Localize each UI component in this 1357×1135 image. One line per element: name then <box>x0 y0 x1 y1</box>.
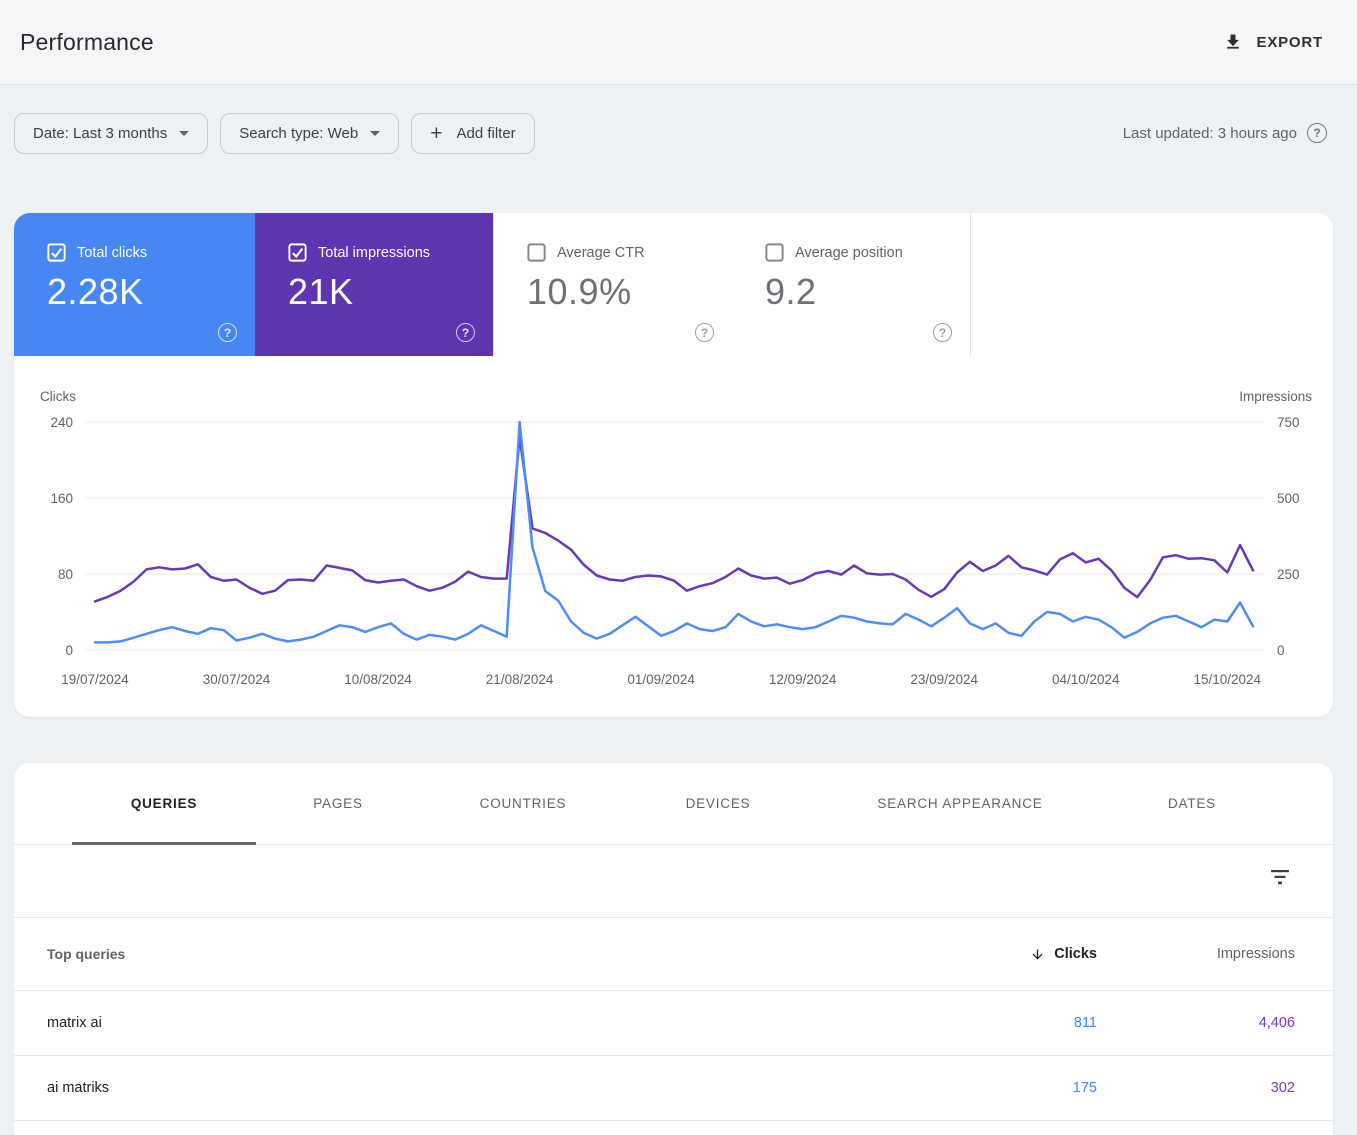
impressions-value: 302 <box>1097 1080 1295 1096</box>
total-impressions-card[interactable]: Total impressions 21K ? <box>255 213 493 356</box>
table-filter-row <box>14 845 1333 918</box>
metric-cards-row: Total clicks 2.28K ? Total impressions 2… <box>14 213 1333 356</box>
tab-devices[interactable]: DEVICES <box>626 763 810 844</box>
plus-icon: + <box>430 123 442 144</box>
filter-chips: Date: Last 3 months Search type: Web + A… <box>14 113 535 154</box>
x-axis-tick: 12/09/2024 <box>769 672 837 687</box>
date-filter-chip[interactable]: Date: Last 3 months <box>14 113 208 154</box>
top-queries-header[interactable]: Top queries <box>14 946 917 962</box>
performance-page: Performance EXPORT Date: Last 3 months S… <box>0 0 1357 1135</box>
metric-value: 21K <box>288 271 493 313</box>
metric-row-filler <box>971 213 1333 356</box>
metric-label: Total clicks <box>77 245 147 261</box>
x-axis-tick: 19/07/2024 <box>61 672 129 687</box>
checkbox-icon[interactable] <box>527 243 546 262</box>
x-axis-tick: 15/10/2024 <box>1193 672 1261 687</box>
average-position-card[interactable]: Average position 9.2 ? <box>732 213 971 356</box>
impressions-value: 4,406 <box>1097 1015 1295 1031</box>
dimension-tabs: QUERIES PAGES COUNTRIES DEVICES SEARCH A… <box>14 763 1333 845</box>
left-axis-tick: 80 <box>58 567 73 582</box>
performance-chart-card: Total clicks 2.28K ? Total impressions 2… <box>14 213 1333 717</box>
x-axis-tick: 04/10/2024 <box>1052 672 1120 687</box>
clicks-value: 811 <box>917 1015 1097 1031</box>
export-label: EXPORT <box>1257 34 1323 51</box>
tab-search-appearance[interactable]: SEARCH APPEARANCE <box>810 763 1110 844</box>
right-axis-tick: 500 <box>1277 491 1300 506</box>
x-axis-tick: 21/08/2024 <box>486 672 554 687</box>
table-header-row: Top queries Clicks Impressions <box>14 918 1333 991</box>
table-row[interactable]: ai matriks 175 302 <box>14 1056 1333 1121</box>
help-circle-icon[interactable]: ? <box>695 323 714 342</box>
chevron-down-icon <box>370 131 380 136</box>
tab-pages[interactable]: PAGES <box>256 763 420 844</box>
x-axis-tick: 01/09/2024 <box>627 672 695 687</box>
x-axis-tick: 23/09/2024 <box>910 672 978 687</box>
chevron-down-icon <box>179 131 189 136</box>
help-circle-icon[interactable]: ? <box>456 323 475 342</box>
right-axis-title: Impressions <box>1239 389 1312 404</box>
right-axis-tick: 750 <box>1277 415 1300 430</box>
tab-queries[interactable]: QUERIES <box>72 763 256 844</box>
x-axis-tick: 10/08/2024 <box>344 672 412 687</box>
clicks-column-header[interactable]: Clicks <box>917 946 1097 962</box>
left-axis-title: Clicks <box>40 389 76 404</box>
checkbox-icon[interactable] <box>288 243 307 262</box>
query-cell[interactable]: ai matriks <box>14 1080 917 1096</box>
search-type-label: Search type: Web <box>239 125 358 142</box>
download-icon <box>1223 32 1243 52</box>
last-updated-text: Last updated: 3 hours ago <box>1123 125 1297 142</box>
search-type-filter-chip[interactable]: Search type: Web <box>220 113 399 154</box>
add-filter-label: Add filter <box>456 125 515 142</box>
help-circle-icon[interactable]: ? <box>933 323 952 342</box>
filter-bar: Date: Last 3 months Search type: Web + A… <box>0 86 1357 180</box>
left-axis-tick: 160 <box>50 491 73 506</box>
table-row[interactable]: matrix ai 811 4,406 <box>14 991 1333 1056</box>
metric-label: Average position <box>795 245 903 261</box>
clicks-header-label: Clicks <box>1054 946 1097 962</box>
metric-label: Total impressions <box>318 245 430 261</box>
impressions-column-header[interactable]: Impressions <box>1097 946 1295 962</box>
right-axis-tick: 0 <box>1277 643 1285 658</box>
help-circle-icon[interactable]: ? <box>218 323 237 342</box>
arrow-down-icon <box>1030 947 1045 962</box>
performance-line-chart: 0 80 160 240 0 250 500 750 Clicks Impressions 19/0… <box>14 385 1333 715</box>
total-clicks-card[interactable]: Total clicks 2.28K ? <box>14 213 255 356</box>
x-axis-tick: 30/07/2024 <box>203 672 271 687</box>
left-axis-tick: 0 <box>65 643 73 658</box>
average-ctr-card[interactable]: Average CTR 10.9% ? <box>493 213 732 356</box>
date-filter-label: Date: Last 3 months <box>33 125 167 142</box>
help-circle-icon[interactable]: ? <box>1307 123 1327 143</box>
tab-countries[interactable]: COUNTRIES <box>420 763 626 844</box>
clicks-value: 175 <box>917 1080 1097 1096</box>
metric-value: 2.28K <box>47 271 255 313</box>
checkbox-icon[interactable] <box>765 243 784 262</box>
last-updated-status: Last updated: 3 hours ago ? <box>1123 123 1327 143</box>
impressions-line <box>95 437 1253 601</box>
query-cell[interactable]: matrix ai <box>14 1015 917 1031</box>
metric-value: 10.9% <box>527 271 732 313</box>
top-header: Performance EXPORT <box>0 0 1357 85</box>
export-button[interactable]: EXPORT <box>1223 32 1323 52</box>
left-axis-tick: 240 <box>50 415 73 430</box>
checkbox-icon[interactable] <box>47 243 66 262</box>
tab-dates[interactable]: DATES <box>1110 763 1274 844</box>
add-filter-chip[interactable]: + Add filter <box>411 113 534 154</box>
clicks-line <box>95 422 1253 642</box>
right-axis-tick: 250 <box>1277 567 1300 582</box>
metric-value: 9.2 <box>765 271 970 313</box>
dimensions-table-card: QUERIES PAGES COUNTRIES DEVICES SEARCH A… <box>14 763 1333 1135</box>
filter-list-icon[interactable] <box>1269 869 1291 890</box>
page-title: Performance <box>20 29 154 56</box>
metric-label: Average CTR <box>557 245 645 261</box>
